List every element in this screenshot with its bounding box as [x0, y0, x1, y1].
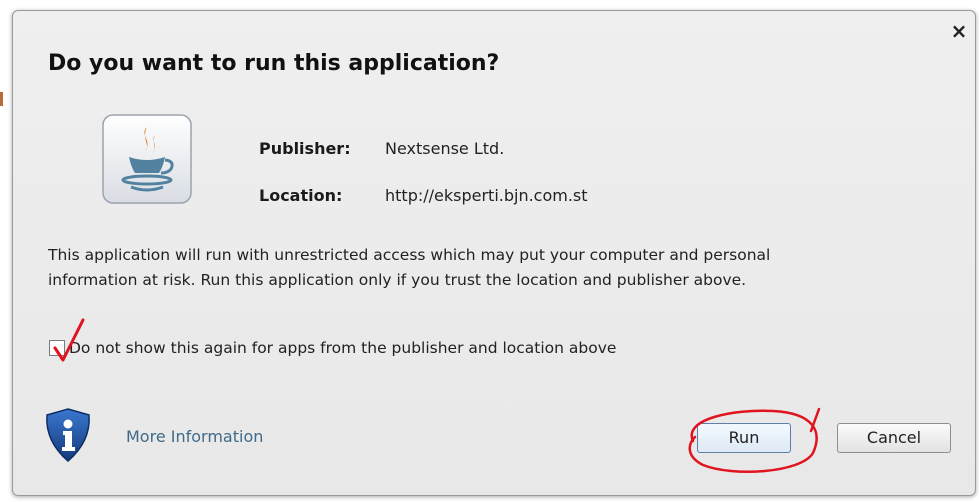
location-label: Location: [259, 186, 343, 205]
backdrop-edge-mark [0, 92, 3, 106]
shield-info-icon [46, 408, 90, 462]
warning-line-2: information at risk. Run this applicatio… [48, 271, 747, 289]
do-not-show-again-label: Do not show this again for apps from the… [69, 339, 617, 357]
close-icon: × [950, 19, 968, 43]
publisher-value: Nextsense Ltd. [385, 139, 505, 158]
do-not-show-again-checkbox[interactable] [49, 340, 65, 356]
publisher-label: Publisher: [259, 139, 351, 158]
location-value: http://eksperti.bjn.com.st [385, 186, 588, 205]
more-information-link[interactable]: More Information [126, 427, 263, 446]
cancel-button[interactable]: Cancel [837, 423, 951, 453]
close-button[interactable]: × [949, 21, 969, 41]
security-warning: This application will run with unrestric… [48, 243, 948, 293]
warning-line-1: This application will run with unrestric… [48, 246, 771, 264]
do-not-show-again-row[interactable]: Do not show this again for apps from the… [49, 339, 616, 357]
security-dialog: × Do you want to run this application? P… [12, 10, 976, 496]
publisher-row: Publisher: Nextsense Ltd. [259, 139, 588, 186]
location-row: Location: http://eksperti.bjn.com.st [259, 186, 588, 233]
run-button[interactable]: Run [697, 423, 791, 453]
dialog-title: Do you want to run this application? [48, 51, 500, 76]
publisher-info: Publisher: Nextsense Ltd. Location: http… [259, 139, 588, 233]
java-coffee-cup-icon [102, 114, 192, 204]
